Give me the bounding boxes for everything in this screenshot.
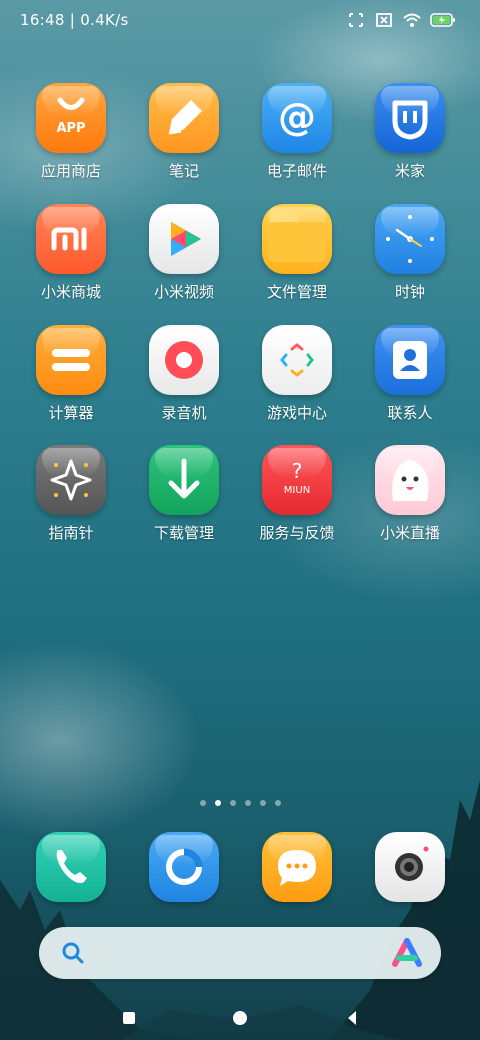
no-sim-icon <box>376 13 392 27</box>
app-label: 指南针 <box>48 524 94 542</box>
navigation-bar <box>0 995 480 1040</box>
mi-live-icon <box>375 445 445 515</box>
screen-record-icon <box>349 13 363 27</box>
service-badge: MIUN <box>283 485 311 496</box>
messages-icon <box>262 832 332 902</box>
battery-icon <box>430 13 455 27</box>
app-label: 计算器 <box>48 404 94 422</box>
search-bar[interactable] <box>39 927 441 979</box>
page-dot[interactable] <box>229 800 236 806</box>
page-dot[interactable] <box>244 800 251 806</box>
app-label: 应用商店 <box>40 162 101 180</box>
app-label: 联系人 <box>387 404 433 422</box>
status-bar: 16:48 | 0.4K/s <box>0 0 480 40</box>
app-app-store[interactable]: APP 应用商店 <box>16 83 126 183</box>
home-screen: 16:48 | 0.4K/s APP 应用商店 笔记 @ 电子邮件 米家 小米商… <box>0 0 480 1040</box>
app-store-badge: APP <box>56 121 86 136</box>
app-label: 笔记 <box>168 162 199 180</box>
app-game-center[interactable]: 游戏中心 <box>242 325 352 425</box>
app-label: 小米视频 <box>153 283 214 301</box>
app-store-icon: APP <box>36 83 106 153</box>
app-label: 米家 <box>394 162 425 180</box>
game-center-icon <box>262 325 332 395</box>
calculator-icon <box>36 325 106 395</box>
app-label: 小米直播 <box>379 524 440 542</box>
app-label: 电子邮件 <box>266 162 327 180</box>
app-mi-store[interactable]: 小米商城 <box>16 204 126 304</box>
service-feedback-icon: ? MIUN <box>262 445 332 515</box>
clock-icon <box>375 204 445 274</box>
app-label: 小米商城 <box>40 283 101 301</box>
back-icon <box>348 1011 356 1025</box>
phone-icon <box>36 832 106 902</box>
app-mi-live[interactable]: 小米直播 <box>355 445 465 545</box>
home-icon <box>233 1011 247 1025</box>
status-time-speed: 16:48 | 0.4K/s <box>20 11 129 29</box>
app-mi-video[interactable]: 小米视频 <box>129 204 239 304</box>
page-dot-active[interactable] <box>214 800 221 806</box>
page-dot[interactable] <box>199 800 206 806</box>
app-email[interactable]: @ 电子邮件 <box>242 83 352 183</box>
search-icon[interactable] <box>59 939 87 967</box>
app-label: 文件管理 <box>266 283 327 301</box>
back-button[interactable] <box>339 1005 365 1031</box>
app-download-manager[interactable]: 下载管理 <box>129 445 239 545</box>
contacts-icon <box>375 325 445 395</box>
page-indicator[interactable] <box>0 800 480 810</box>
app-label: 游戏中心 <box>266 404 327 422</box>
app-compass[interactable]: 指南针 <box>16 445 126 545</box>
file-manager-icon <box>262 204 332 274</box>
app-recorder[interactable]: 录音机 <box>129 325 239 425</box>
recents-button[interactable] <box>116 1005 142 1031</box>
app-label: 录音机 <box>161 404 207 422</box>
app-calculator[interactable]: 计算器 <box>16 325 126 425</box>
compass-icon <box>36 445 106 515</box>
mi-video-icon <box>149 204 219 274</box>
page-dot[interactable] <box>259 800 266 806</box>
dock-phone[interactable] <box>16 832 126 912</box>
wifi-icon <box>403 13 421 27</box>
app-file-manager[interactable]: 文件管理 <box>242 204 352 304</box>
app-clock[interactable]: 时钟 <box>355 204 465 304</box>
app-service-feedback[interactable]: ? MIUN 服务与反馈 <box>242 445 352 545</box>
app-contacts[interactable]: 联系人 <box>355 325 465 425</box>
svg-text:@: @ <box>278 95 316 139</box>
svg-text:?: ? <box>292 459 303 483</box>
app-label: 服务与反馈 <box>259 524 335 542</box>
email-icon: @ <box>262 83 332 153</box>
page-dot[interactable] <box>274 800 281 806</box>
download-icon <box>149 445 219 515</box>
app-mijia[interactable]: 米家 <box>355 83 465 183</box>
mijia-icon <box>375 83 445 153</box>
browser-icon <box>149 832 219 902</box>
dock-browser[interactable] <box>129 832 239 912</box>
recents-icon <box>123 1012 135 1024</box>
dock-camera[interactable] <box>355 832 465 912</box>
camera-icon <box>375 832 445 902</box>
notes-icon <box>149 83 219 153</box>
recorder-icon <box>149 325 219 395</box>
home-button[interactable] <box>227 1005 253 1031</box>
mi-store-icon <box>36 204 106 274</box>
app-label: 时钟 <box>394 283 425 301</box>
app-label: 下载管理 <box>153 524 214 542</box>
app-notes[interactable]: 笔记 <box>129 83 239 183</box>
dock-messages[interactable] <box>242 832 352 912</box>
assistant-icon[interactable] <box>391 938 423 968</box>
search-input[interactable] <box>99 937 373 971</box>
